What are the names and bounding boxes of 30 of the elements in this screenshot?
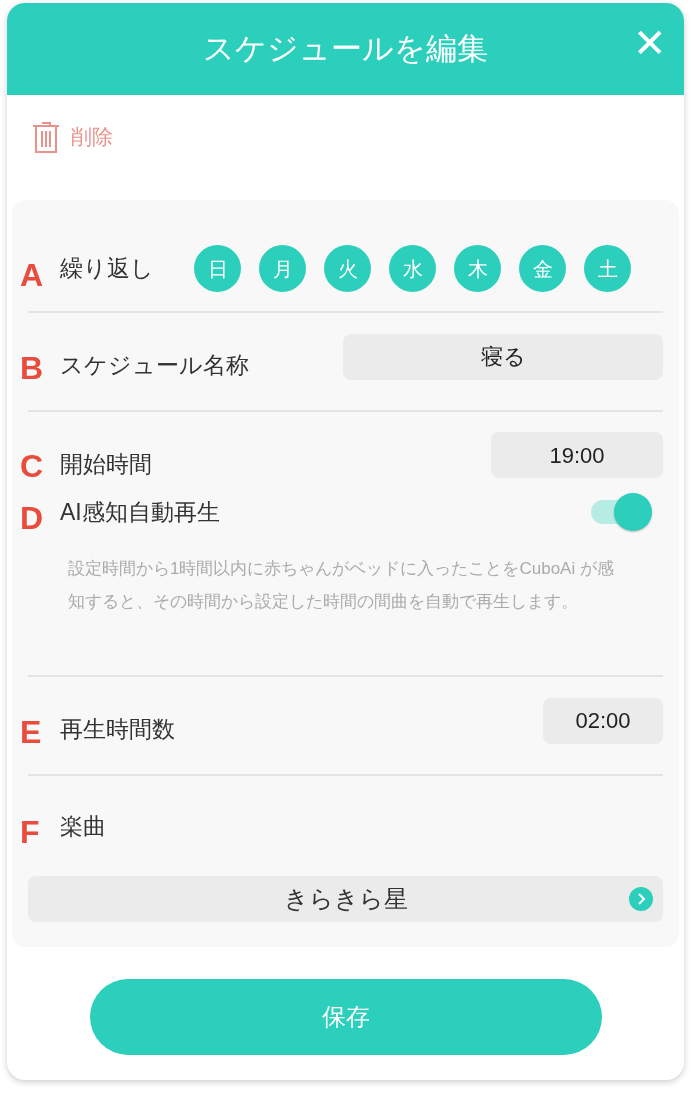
field-label: 再生時間数: [60, 715, 175, 745]
annotation-letter: A: [20, 255, 45, 295]
field-label: AI感知自動再生: [60, 497, 220, 527]
trash-icon: [31, 119, 61, 155]
day-toggle[interactable]: 火: [324, 245, 371, 292]
close-button[interactable]: ✕: [628, 21, 672, 65]
time-field[interactable]: 02:00: [543, 697, 663, 744]
time-field[interactable]: 19:00: [491, 432, 663, 478]
day-toggle[interactable]: 日: [194, 245, 241, 292]
annotation-letter: E: [20, 712, 43, 752]
field-label: 開始時間: [60, 449, 152, 479]
description-text: 設定時間から1時間以内に赤ちゃんがベッドに入ったことをCuboAi が感知すると、その時間から設定した時間の間曲を自動で再生します。: [68, 558, 615, 613]
annotation-letter: B: [20, 348, 45, 388]
day-toggle[interactable]: 木: [454, 245, 501, 292]
day-toggle[interactable]: 月: [259, 245, 306, 292]
delete-button[interactable]: 削除: [31, 119, 113, 155]
day-toggle[interactable]: 土: [584, 245, 631, 292]
field-label: 楽曲: [60, 811, 106, 841]
dialog-title: スケジュールを編集: [203, 29, 488, 68]
field-label: スケジュール名称: [60, 351, 249, 381]
annotation-letter: F: [20, 813, 41, 852]
day-toggle[interactable]: 金: [519, 245, 566, 292]
annotation-letter: D: [20, 499, 45, 538]
day-toggle[interactable]: 水: [389, 245, 436, 292]
save-button[interactable]: 保存: [89, 978, 602, 1055]
song-selector[interactable]: きらきら星: [28, 876, 663, 922]
field-label: 繰り返し: [60, 254, 155, 284]
name-field[interactable]: 寝る: [343, 333, 663, 380]
annotation-letter: C: [20, 447, 45, 486]
chevron-right-icon: [629, 887, 653, 911]
